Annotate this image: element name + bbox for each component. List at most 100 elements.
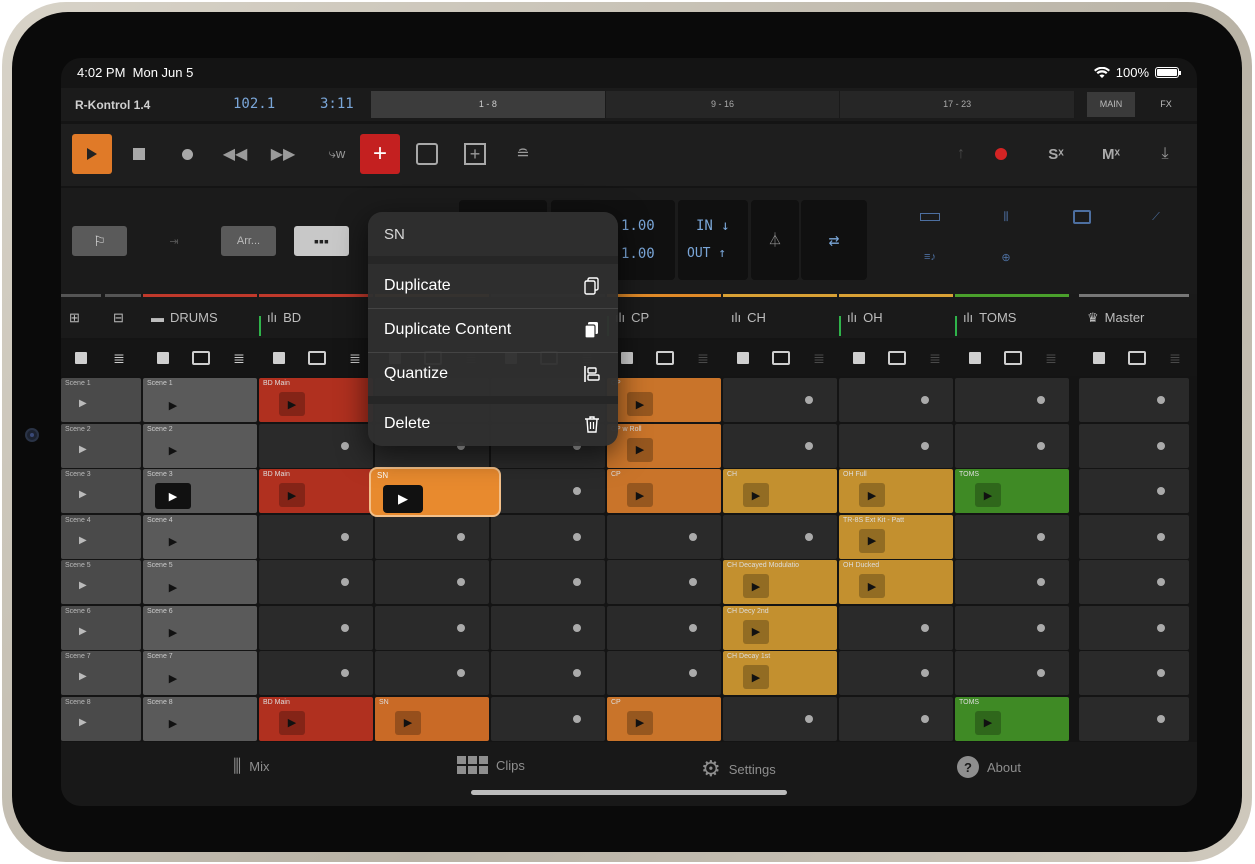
tab-about[interactable]: ? About	[957, 756, 1021, 778]
panel-toggle-icon[interactable]	[1127, 348, 1147, 368]
layers-button[interactable]: ≘	[503, 134, 543, 174]
empty-clip-slot[interactable]	[375, 514, 489, 559]
track-oh[interactable]: ılı OH	[839, 294, 953, 338]
empty-clip-slot[interactable]	[375, 605, 489, 650]
panel-toggle-icon[interactable]	[887, 348, 907, 368]
clip-cell[interactable]: TOMS ▶	[955, 696, 1069, 741]
scene-launch-cell[interactable]: Scene 7 ▶	[61, 651, 141, 695]
empty-clip-slot[interactable]	[1079, 651, 1189, 695]
duplicate-menu-item[interactable]: Duplicate	[368, 264, 618, 308]
main-button[interactable]: MAIN	[1087, 92, 1135, 117]
empty-clip-slot[interactable]	[607, 514, 721, 559]
zoom-button[interactable]: ⊕	[991, 242, 1021, 272]
scene-launch-cell[interactable]: Scene 4 ▶	[61, 514, 141, 559]
scene-launch-cell[interactable]: Scene 1 ▶	[61, 378, 141, 422]
solo-clear-button[interactable]: Sˣ	[1036, 134, 1076, 174]
stop-clip-icon[interactable]	[71, 348, 91, 368]
empty-clip-slot[interactable]	[491, 696, 605, 741]
fast-forward-button[interactable]: ▶▶	[263, 134, 303, 174]
stop-clip-icon[interactable]	[617, 348, 637, 368]
stop-clip-icon[interactable]	[849, 348, 869, 368]
empty-clip-slot[interactable]	[955, 378, 1069, 422]
clip-cell[interactable]: CP▶	[607, 696, 721, 741]
tab-mix[interactable]: ⫼ Mix	[233, 756, 270, 777]
empty-clip-slot[interactable]	[955, 605, 1069, 650]
clip-cell[interactable]: TR-8S Ext Kit - Patt ▶	[839, 514, 953, 559]
clip-cell[interactable]: BD Main ▶	[259, 696, 373, 741]
clip-cell[interactable]: BD Main ▶	[259, 378, 373, 422]
arrow-up-button[interactable]: ↑	[941, 134, 981, 174]
clip-cell[interactable]: CP w Roll ▶	[607, 423, 721, 468]
track-ch[interactable]: ılı CH	[723, 294, 837, 338]
rewind-button[interactable]: ◀◀	[215, 134, 255, 174]
bank-9-16[interactable]: 9 - 16	[606, 91, 841, 118]
stop-clip-icon[interactable]	[965, 348, 985, 368]
arrangement-button[interactable]: Arr...	[221, 226, 276, 256]
play-button[interactable]	[72, 134, 112, 174]
empty-clip-slot[interactable]	[259, 605, 373, 650]
empty-clip-slot[interactable]	[1079, 605, 1189, 650]
list-icon[interactable]: ≣	[345, 348, 365, 368]
list-icon[interactable]: ≣	[1165, 348, 1185, 368]
scene-play-cell[interactable]: Scene 8 ▶	[143, 696, 257, 741]
empty-clip-slot[interactable]	[955, 560, 1069, 604]
stop-clip-icon[interactable]	[1089, 348, 1109, 368]
mute-clear-button[interactable]: Mˣ	[1091, 134, 1131, 174]
list-icon[interactable]: ≣	[693, 348, 713, 368]
empty-clip-slot[interactable]	[375, 651, 489, 695]
empty-clip-slot[interactable]	[955, 514, 1069, 559]
empty-clip-slot[interactable]	[955, 651, 1069, 695]
duplicate-content-menu-item[interactable]: Duplicate Content	[368, 308, 618, 352]
value-2[interactable]: 1.00	[621, 246, 655, 262]
clip-cell[interactable]: CH Decayed Modulatio ▶	[723, 560, 837, 604]
empty-clip-slot[interactable]	[723, 423, 837, 468]
empty-clip-slot[interactable]	[1079, 696, 1189, 741]
bank-1-8[interactable]: 1 - 8	[371, 91, 606, 118]
empty-clip-slot[interactable]	[607, 560, 721, 604]
quantize-menu-item[interactable]: Quantize	[368, 352, 618, 396]
scene-play-cell[interactable]: Scene 6 ▶	[143, 605, 257, 650]
list-icon[interactable]: ≣	[809, 348, 829, 368]
record-button[interactable]	[167, 134, 207, 174]
clip-cell[interactable]: OH Full ▶	[839, 469, 953, 513]
fx-button[interactable]: FX	[1143, 92, 1189, 117]
loop-button[interactable]: ⇄	[801, 200, 867, 280]
empty-clip-slot[interactable]	[839, 651, 953, 695]
scene-launch-cell[interactable]: Scene 6 ▶	[61, 605, 141, 650]
automation-write-button[interactable]: ⤷w	[317, 134, 357, 174]
empty-clip-slot[interactable]	[1079, 378, 1189, 422]
track-toms[interactable]: ılı TOMS	[955, 294, 1069, 338]
clip-cell[interactable]: CP▶	[607, 378, 721, 422]
add-button[interactable]: +	[360, 134, 400, 174]
track-cp[interactable]: ılı CP	[607, 294, 721, 338]
empty-clip-slot[interactable]	[955, 423, 1069, 468]
empty-clip-slot[interactable]	[839, 378, 953, 422]
empty-clip-slot[interactable]	[375, 560, 489, 604]
empty-clip-slot[interactable]	[491, 560, 605, 604]
list-icon[interactable]: ≣	[109, 348, 129, 368]
empty-clip-slot[interactable]	[259, 514, 373, 559]
empty-clip-slot[interactable]	[839, 423, 953, 468]
empty-clip-slot[interactable]	[491, 469, 605, 513]
scene-play-cell[interactable]: Scene 3 ▶	[143, 469, 257, 513]
keyboard-button[interactable]	[915, 202, 945, 232]
selected-clip[interactable]: SN ▶	[369, 467, 501, 517]
empty-clip-slot[interactable]	[839, 696, 953, 741]
list-icon[interactable]: ≣	[925, 348, 945, 368]
stop-button[interactable]	[119, 134, 159, 174]
scene-play-cell[interactable]: Scene 7 ▶	[143, 651, 257, 695]
scene-launch-cell[interactable]: Scene 2 ▶	[61, 423, 141, 468]
panel-toggle-icon[interactable]	[1003, 348, 1023, 368]
stop-clip-icon[interactable]	[269, 348, 289, 368]
scene-play-cell[interactable]: Scene 5 ▶	[143, 560, 257, 604]
crosshair-button[interactable]: +	[455, 134, 495, 174]
scene-track-button[interactable]: ⊟	[105, 294, 141, 338]
curve-button[interactable]: ⟋	[1141, 202, 1171, 232]
out-label[interactable]: OUT ↑	[687, 246, 726, 261]
list-icon[interactable]: ≣	[1041, 348, 1061, 368]
empty-clip-slot[interactable]	[491, 605, 605, 650]
stop-clip-icon[interactable]	[733, 348, 753, 368]
panel-toggle-icon[interactable]	[191, 348, 211, 368]
record-arm-button[interactable]	[981, 134, 1021, 174]
clip-cell[interactable]: CH ▶	[723, 469, 837, 513]
